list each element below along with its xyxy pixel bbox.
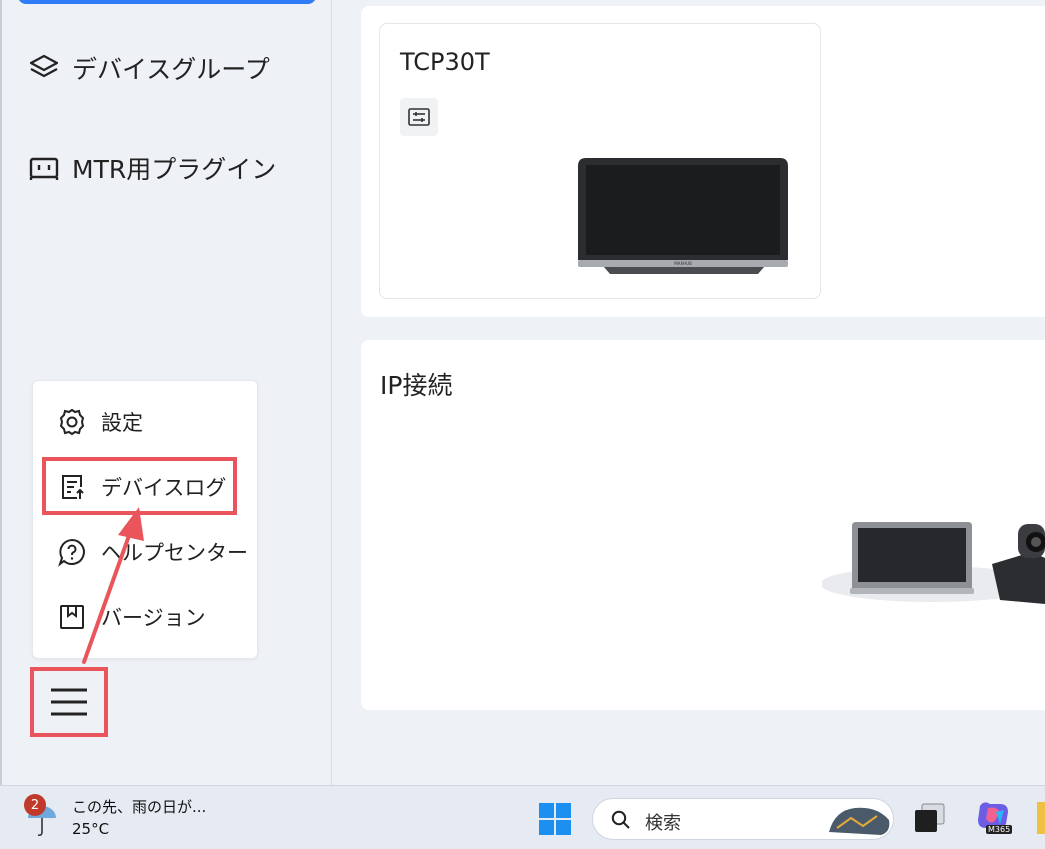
weather-temperature: 25°C bbox=[72, 820, 110, 838]
section-title-ip-connection: IP接続 bbox=[380, 371, 453, 400]
file-explorer-icon[interactable] bbox=[1037, 802, 1045, 834]
copilot-m365-button[interactable]: M365 bbox=[974, 800, 1013, 838]
settings-sliders-icon bbox=[408, 108, 430, 126]
device-settings-button[interactable] bbox=[400, 98, 438, 136]
weather-forecast: この先、雨の日が... bbox=[72, 798, 207, 816]
taskbar-search-input[interactable]: 検索 bbox=[592, 798, 894, 840]
task-view-icon[interactable] bbox=[912, 800, 948, 836]
search-icon bbox=[611, 810, 630, 829]
touch-panel-image: MAXHUB bbox=[578, 158, 788, 274]
search-label: 検索 bbox=[645, 813, 681, 834]
device-brand-label: MAXHUB bbox=[674, 261, 692, 266]
windows-start-icon[interactable] bbox=[538, 802, 572, 836]
search-highlight-image bbox=[829, 807, 890, 835]
windows-taskbar: 2 この先、雨の日が... 25°C 検索 M365 bbox=[0, 785, 1045, 849]
weather-text: この先、雨の日が... 25°C bbox=[72, 796, 206, 840]
weather-badge: 2 bbox=[24, 794, 46, 816]
device-name: TCP30T bbox=[400, 48, 490, 76]
device-card-tcp30t[interactable]: TCP30T MAXHUB bbox=[379, 23, 821, 299]
m365-label: M365 bbox=[986, 825, 1013, 834]
ip-devices-image bbox=[822, 522, 1045, 604]
